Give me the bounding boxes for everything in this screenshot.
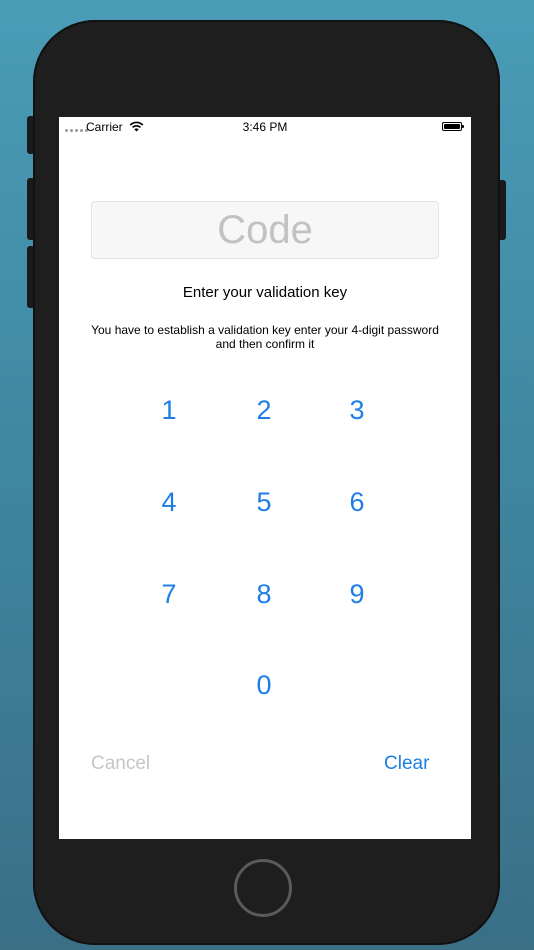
cancel-button[interactable]: Cancel (91, 751, 150, 777)
keypad-key-5[interactable]: 5 (234, 477, 294, 527)
keypad-key-6[interactable]: 6 (327, 477, 387, 527)
app-screen: Carrier 3:46 PM Enter your validation ke… (59, 117, 471, 839)
keypad-key-0[interactable]: 0 (234, 660, 294, 710)
keypad-key-9[interactable]: 9 (327, 569, 387, 619)
battery-icon (442, 122, 464, 131)
keypad-key-7[interactable]: 7 (139, 569, 199, 619)
status-bar: Carrier 3:46 PM (59, 117, 471, 137)
status-time: 3:46 PM (242, 120, 288, 134)
page-title: Enter your validation key (182, 284, 348, 301)
keypad-key-2[interactable]: 2 (234, 385, 294, 435)
home-button[interactable] (234, 859, 292, 917)
code-input[interactable] (91, 201, 439, 259)
keypad-key-1[interactable]: 1 (139, 385, 199, 435)
keypad-key-3[interactable]: 3 (327, 385, 387, 435)
keypad-key-4[interactable]: 4 (139, 477, 199, 527)
keypad-key-8[interactable]: 8 (234, 569, 294, 619)
instructions-text: You have to establish a validation key e… (91, 323, 439, 351)
clear-button[interactable]: Clear (384, 751, 429, 777)
